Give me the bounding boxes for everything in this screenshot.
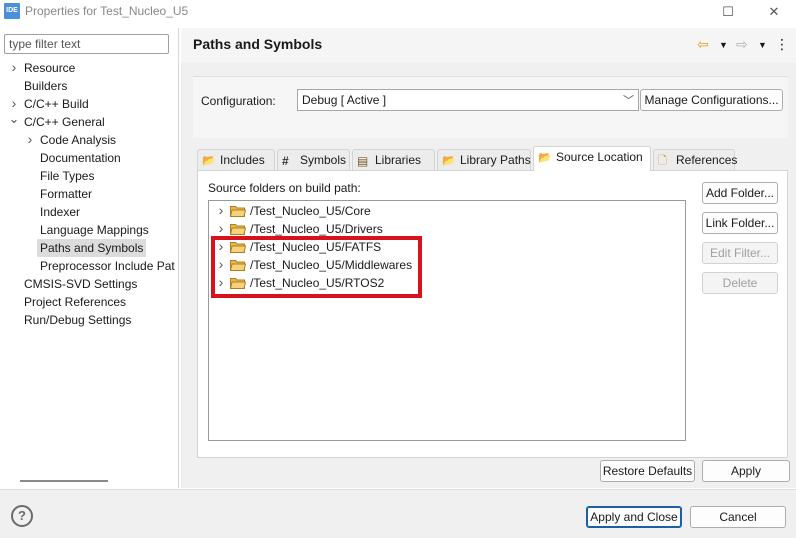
configuration-section: Configuration: Debug [ Active ] ﹀ Manage… <box>193 76 788 138</box>
chevron-down-icon[interactable]: ⌄ <box>8 113 20 128</box>
delete-button[interactable]: Delete <box>702 272 778 294</box>
dialog-footer: ? Apply and Close Cancel <box>0 489 796 538</box>
page-header: Paths and Symbols ⇦ ▼ ⇨ ▼ ⋮ <box>181 28 796 62</box>
filter-input[interactable] <box>4 34 169 54</box>
ide-logo-icon: IDE <box>4 3 20 19</box>
tree-item-label: Formatter <box>40 187 93 201</box>
tab-symbols[interactable]: # Symbols <box>277 149 350 170</box>
tree-item[interactable]: Documentation <box>0 149 179 167</box>
window-title: Properties for Test_Nucleo_U5 <box>25 4 189 18</box>
cancel-button[interactable]: Cancel <box>690 506 786 528</box>
manage-configurations-button[interactable]: Manage Configurations... <box>640 89 783 111</box>
tab-label: Source Location <box>556 150 643 164</box>
tab-label: Symbols <box>300 153 347 167</box>
tree-item[interactable]: Indexer <box>0 203 179 221</box>
back-arrow-icon[interactable]: ⇦ <box>697 36 709 53</box>
close-window-button[interactable]: ✕ <box>752 0 796 24</box>
tree-item[interactable]: Preprocessor Include Pat <box>0 257 179 275</box>
apply-button[interactable]: Apply <box>702 460 790 482</box>
tree-item-label: C/C++ General <box>24 115 105 129</box>
forward-arrow-icon[interactable]: ⇨ <box>736 36 748 53</box>
maximize-button[interactable]: ☐ <box>706 0 750 24</box>
library-paths-icon: 📂 <box>442 155 456 167</box>
add-folder-button[interactable]: Add Folder... <box>702 182 778 204</box>
chevron-right-icon[interactable]: › <box>24 131 36 148</box>
horizontal-scrollbar[interactable] <box>20 480 108 482</box>
property-category-pane: › Resource Builders › C/C++ Build ⌄ C/C++ Gene… <box>0 28 179 488</box>
chevron-right-icon[interactable]: › <box>215 201 227 219</box>
help-icon[interactable]: ? <box>11 505 33 527</box>
tree-item-label: Project References <box>24 295 127 309</box>
chevron-right-icon[interactable]: › <box>215 219 227 237</box>
tree-item-label: Preprocessor Include Pat <box>40 259 175 273</box>
category-tree: › Resource Builders › C/C++ Build ⌄ C/C++ Gene… <box>0 59 179 329</box>
tree-item-label: Builders <box>24 79 68 93</box>
tree-item[interactable]: Run/Debug Settings <box>0 311 179 329</box>
tab-source-location[interactable]: 📂 Source Location <box>533 146 651 171</box>
forward-dropdown-icon[interactable]: ▼ <box>758 40 767 50</box>
tree-item[interactable]: File Types <box>0 167 179 185</box>
tab-label: Libraries <box>375 153 422 167</box>
folder-icon <box>230 224 246 235</box>
configuration-select[interactable]: Debug [ Active ] ﹀ <box>297 89 639 111</box>
hash-icon: # <box>282 154 289 168</box>
tab-label: Includes <box>220 153 265 167</box>
configuration-value: Debug [ Active ] <box>302 93 387 107</box>
tree-item[interactable]: Builders <box>0 77 179 95</box>
chevron-right-icon[interactable]: › <box>8 59 20 76</box>
tree-item[interactable]: Project References <box>0 293 179 311</box>
tree-item-label: Code Analysis <box>40 133 117 147</box>
close-icon: ✕ <box>768 4 780 19</box>
tree-item[interactable]: Formatter <box>0 185 179 203</box>
maximize-icon: ☐ <box>722 4 734 19</box>
tree-item[interactable]: CMSIS-SVD Settings <box>0 275 179 293</box>
tree-item-label: Indexer <box>40 205 81 219</box>
red-highlight-box <box>211 236 422 298</box>
source-folder-label: /Test_Nucleo_U5/Core <box>250 204 371 218</box>
libraries-icon: ▤ <box>357 154 369 168</box>
tree-item-label: Resource <box>24 61 76 75</box>
source-location-panel: Source folders on build path: › /Test_Nuc… <box>197 170 788 458</box>
tree-item-label: Language Mappings <box>40 223 149 237</box>
references-icon: 🗋 <box>658 155 667 167</box>
tab-library-paths[interactable]: 📂 Library Paths <box>437 149 531 170</box>
tab-label: References <box>676 153 738 167</box>
edit-filter-button[interactable]: Edit Filter... <box>702 242 778 264</box>
tree-item-label: Paths and Symbols <box>37 239 147 257</box>
tree-item[interactable]: › C/C++ Build <box>0 95 179 113</box>
tab-label: Library Paths <box>460 153 531 167</box>
includes-icon: 📂 <box>202 155 216 167</box>
chevron-down-icon: ﹀ <box>623 95 634 107</box>
tree-item-label: File Types <box>40 169 95 183</box>
tab-libraries[interactable]: ▤ Libraries <box>352 149 435 170</box>
tab-references[interactable]: 🗋 References <box>653 149 738 170</box>
source-location-icon: 📂 <box>538 152 552 164</box>
restore-defaults-button[interactable]: Restore Defaults <box>600 460 695 482</box>
title-bar: IDE Properties for Test_Nucleo_U5 ☐ ✕ <box>0 0 796 24</box>
tree-item[interactable]: › Resource <box>0 59 179 77</box>
tree-item[interactable]: ⌄ C/C++ General <box>0 113 179 131</box>
tab-includes[interactable]: 📂 Includes <box>197 149 275 170</box>
folder-icon <box>230 206 246 217</box>
tree-item-label: Documentation <box>40 151 121 165</box>
link-folder-button[interactable]: Link Folder... <box>702 212 778 234</box>
apply-and-close-button[interactable]: Apply and Close <box>586 506 682 528</box>
view-menu-icon[interactable]: ⋮ <box>775 36 789 53</box>
tree-item[interactable]: Paths and Symbols <box>0 239 179 257</box>
tree-item[interactable]: Language Mappings <box>0 221 179 239</box>
tree-item[interactable]: › Code Analysis <box>0 131 179 149</box>
chevron-right-icon[interactable]: › <box>8 95 20 112</box>
tree-item-label: C/C++ Build <box>24 97 89 111</box>
source-folders-label: Source folders on build path: <box>208 181 361 195</box>
configuration-label: Configuration: <box>201 94 276 108</box>
back-dropdown-icon[interactable]: ▼ <box>719 40 728 50</box>
page-title: Paths and Symbols <box>193 36 323 52</box>
tree-item-label: Run/Debug Settings <box>24 313 132 327</box>
tree-item-label: CMSIS-SVD Settings <box>24 277 138 291</box>
